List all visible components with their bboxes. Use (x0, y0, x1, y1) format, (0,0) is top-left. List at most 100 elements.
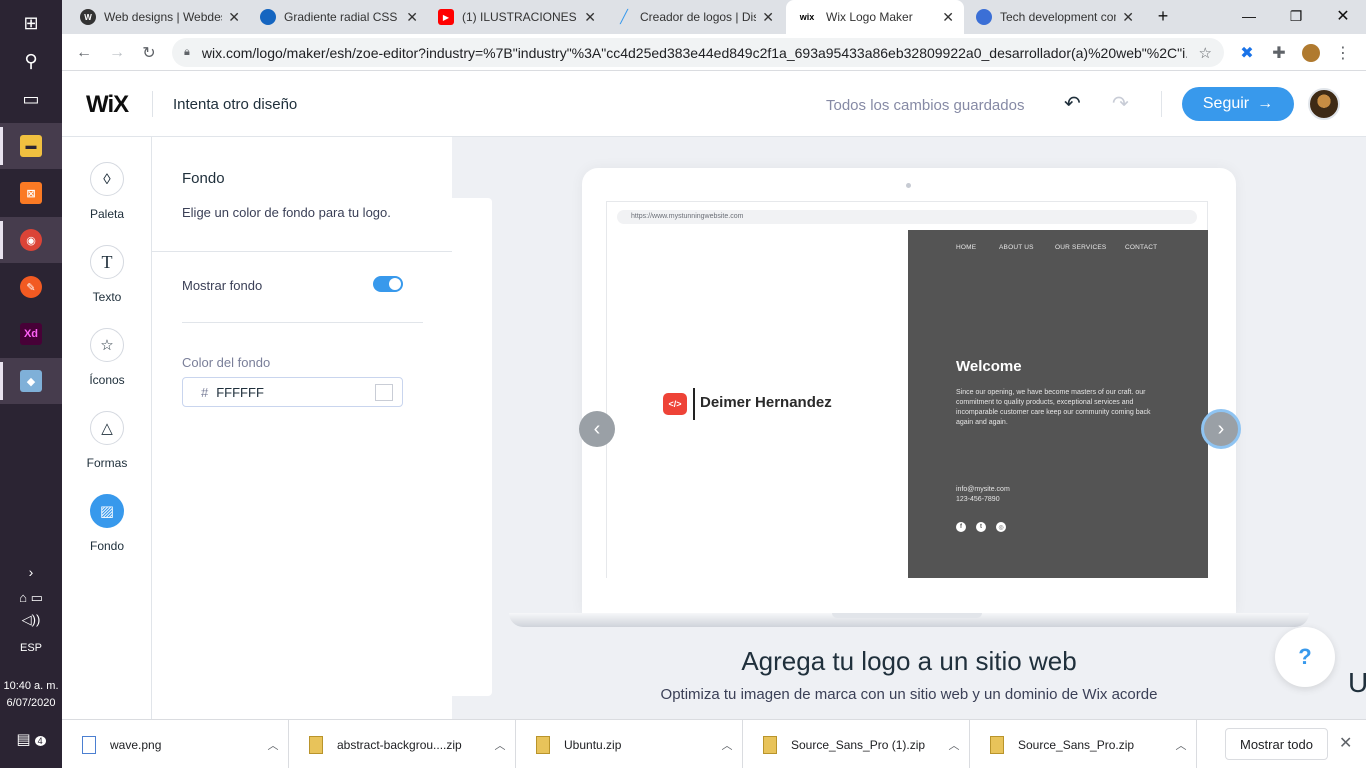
forward-button[interactable]: → (104, 40, 130, 66)
site-nav-services: OUR SERVICES (1055, 244, 1107, 251)
site-nav-contact: CONTACT (1125, 244, 1158, 251)
tool-background[interactable]: ▨ Fondo (62, 494, 152, 553)
taskbar-app[interactable]: ◆ (0, 358, 62, 404)
extension-icon[interactable]: ✖ (1234, 40, 1260, 66)
site-email: info@mysite.com (956, 486, 1010, 493)
tool-label: Íconos (89, 373, 125, 387)
chevron-up-icon[interactable]: › (0, 564, 62, 580)
clock-date[interactable]: 6/07/2020 (0, 697, 62, 709)
previous-arrow-button[interactable]: ‹ (579, 411, 615, 447)
reload-button[interactable]: ↻ (136, 40, 162, 66)
close-icon[interactable]: ✕ (406, 9, 418, 26)
task-view-button[interactable]: ▭ (0, 76, 62, 122)
tab-title: Web designs | Webdesign (104, 10, 222, 24)
website-preview: https://www.mystunningwebsite.com </> De… (606, 201, 1208, 578)
browser-tab-bar: W Web designs | Webdesign ✕ Gradiente ra… (62, 0, 1366, 34)
tool-icons[interactable]: ☆ Íconos (62, 328, 152, 387)
wordpress-icon: W (80, 9, 96, 25)
avatar-image (1302, 44, 1320, 62)
show-all-downloads-button[interactable]: Mostrar todo (1225, 728, 1328, 760)
site-url-bar: https://www.mystunningwebsite.com (617, 210, 1197, 224)
network-icon[interactable]: ⌂ ▭ (0, 590, 62, 606)
restore-button[interactable]: ❐ (1273, 0, 1319, 32)
new-tab-button[interactable]: + (1140, 0, 1186, 32)
panel-title: Fondo (182, 170, 225, 187)
download-item[interactable]: wave.png ︿ (62, 720, 289, 768)
download-item[interactable]: Source_Sans_Pro (1).zip ︿ (743, 720, 970, 768)
site-content-area: HOME ABOUT US OUR SERVICES CONTACT Welco… (908, 230, 1208, 578)
facebook-icon: f (956, 522, 966, 532)
next-arrow-button[interactable]: › (1201, 409, 1241, 449)
menu-kebab-icon[interactable]: ⋮ (1330, 40, 1356, 66)
previous-preview-card[interactable] (452, 198, 492, 696)
close-icon[interactable]: ✕ (1122, 9, 1134, 26)
back-button[interactable]: ← (71, 40, 97, 66)
color-swatch[interactable] (375, 384, 393, 401)
taskbar-xampp[interactable]: ⊠ (0, 170, 62, 216)
try-other-design-link[interactable]: Intenta otro diseño (173, 96, 297, 113)
close-icon[interactable]: ✕ (942, 9, 954, 26)
close-icon[interactable]: ✕ (228, 9, 240, 26)
tool-shapes[interactable]: △ Formas (62, 411, 152, 470)
minimize-button[interactable]: — (1226, 0, 1272, 32)
download-item[interactable]: abstract-backgrou....zip ︿ (289, 720, 516, 768)
address-bar[interactable]: 🔒︎ wix.com/logo/maker/esh/zoe-editor?ind… (172, 38, 1224, 67)
download-item[interactable]: Ubuntu.zip ︿ (516, 720, 743, 768)
close-icon[interactable]: ✕ (1339, 733, 1352, 753)
tools-sidebar: ◊ Paleta T Texto ☆ Íconos △ Formas ▨ Fon… (62, 137, 152, 719)
taskbar-chrome[interactable]: ◉ (0, 217, 62, 263)
profile-avatar[interactable] (1298, 40, 1324, 66)
minimize-icon: — (1242, 8, 1256, 24)
plus-icon: + (1157, 5, 1169, 26)
xampp-icon: ⊠ (20, 182, 42, 204)
tab-gradiente[interactable]: Gradiente radial CSS - ✕ (250, 0, 428, 34)
wix-logo[interactable]: WiX (86, 91, 129, 119)
show-background-toggle[interactable] (373, 276, 403, 292)
tool-palette[interactable]: ◊ Paleta (62, 162, 152, 221)
bookmark-star-icon[interactable]: ☆ (1199, 44, 1212, 62)
close-icon: ✕ (1336, 8, 1350, 25)
close-icon[interactable]: ✕ (762, 9, 774, 26)
extensions-puzzle-icon[interactable]: ✚ (1266, 40, 1292, 66)
tab-wix-logo-maker[interactable]: wix Wix Logo Maker ✕ (786, 0, 964, 34)
tab-youtube[interactable]: ▶ (1) ILUSTRACIONES SVG ✕ (428, 0, 606, 34)
volume-icon[interactable]: ◁)) (0, 612, 62, 628)
camera-dot (906, 183, 911, 188)
background-color-input[interactable]: # FFFFFF (182, 377, 403, 407)
help-icon: ? (1298, 644, 1312, 669)
taskbar-explorer[interactable]: ▬ (0, 123, 62, 169)
download-item[interactable]: Source_Sans_Pro.zip ︿ (970, 720, 1197, 768)
chevron-up-icon[interactable]: ︿ (485, 737, 515, 753)
taskbar-xd[interactable]: Xd (0, 311, 62, 357)
tab-web-designs[interactable]: W Web designs | Webdesign ✕ (70, 0, 250, 34)
tool-text[interactable]: T Texto (62, 245, 152, 304)
chevron-up-icon[interactable]: ︿ (1166, 737, 1196, 753)
redo-icon[interactable]: ↷ (1112, 91, 1129, 116)
site-icon (260, 9, 276, 25)
taskbar-brave[interactable]: ✎ (0, 264, 62, 310)
next-button[interactable]: Seguir → (1182, 87, 1294, 121)
undo-icon[interactable]: ↶ (1064, 91, 1081, 116)
folder-icon: ▬ (20, 135, 42, 157)
tab-creador-logos[interactable]: ╱ Creador de logos | Diseño ✕ (606, 0, 784, 34)
divider (152, 91, 153, 117)
close-window-button[interactable]: ✕ (1320, 0, 1366, 32)
lock-icon: 🔒︎ (184, 46, 190, 58)
arrow-left-icon: ← (76, 44, 92, 61)
arrow-right-icon: → (1257, 95, 1274, 112)
clock-time[interactable]: 10:40 a. m. (0, 680, 62, 692)
user-avatar[interactable] (1308, 88, 1340, 120)
image-file-icon (82, 735, 96, 754)
close-icon[interactable]: ✕ (584, 9, 596, 26)
chevron-up-icon[interactable]: ︿ (939, 737, 969, 753)
hash-prefix: # (201, 384, 209, 400)
notification-count: 4 (34, 736, 46, 746)
help-button[interactable]: ? (1275, 627, 1335, 687)
notifications-button[interactable]: ▤ 4 (0, 730, 62, 748)
tool-label: Texto (92, 290, 122, 304)
language-indicator[interactable]: ESP (0, 642, 62, 654)
panel-description: Elige un color de fondo para tu logo. (182, 205, 391, 220)
chevron-up-icon[interactable]: ︿ (712, 737, 742, 753)
chevron-up-icon[interactable]: ︿ (258, 737, 288, 753)
tab-tech-development[interactable]: Tech development com ✕ (966, 0, 1144, 34)
